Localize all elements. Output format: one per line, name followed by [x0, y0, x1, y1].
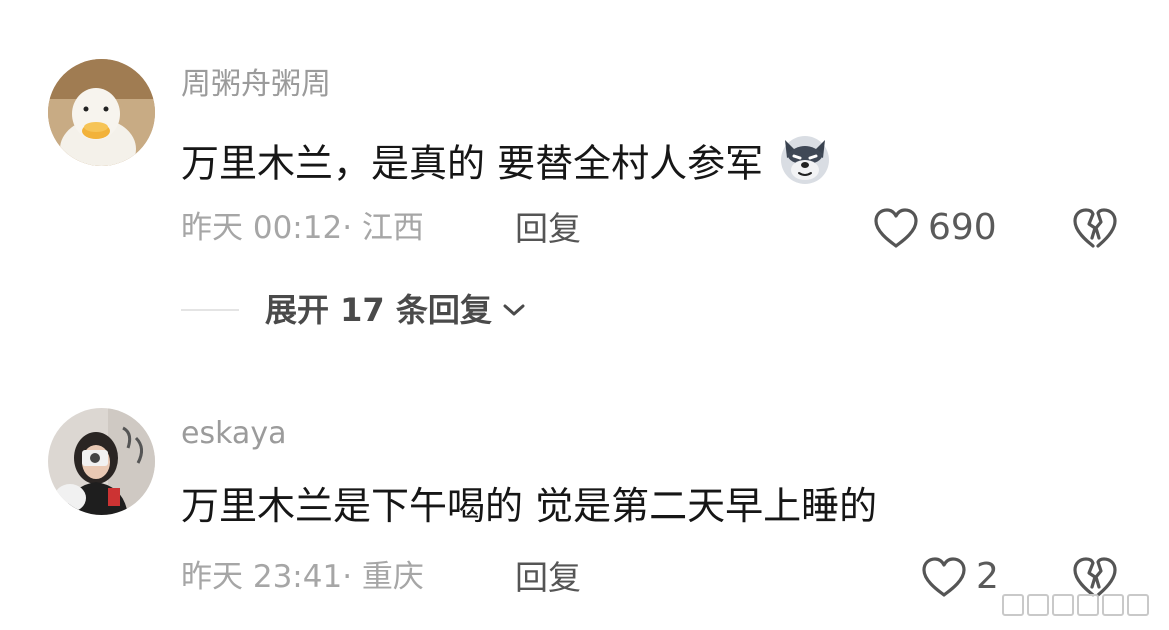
- user-avatar-image: [48, 408, 155, 515]
- like-button[interactable]: 690: [872, 206, 997, 250]
- like-count: 690: [928, 207, 997, 248]
- watermark-block: [1002, 594, 1024, 616]
- heart-outline-icon: [922, 557, 966, 597]
- watermark-block: [1102, 594, 1124, 616]
- expand-replies-label: 展开 17 条回复: [265, 291, 492, 329]
- reply-button[interactable]: 回复: [515, 212, 581, 245]
- username[interactable]: 周粥舟粥周: [181, 70, 331, 100]
- like-button[interactable]: 2: [920, 555, 999, 599]
- heart-outline-icon: [874, 208, 918, 248]
- comment-text: 万里木兰，是真的 要替全村人参军: [181, 136, 833, 192]
- comment-meta: 昨天 00:12· 江西: [181, 210, 424, 246]
- comment-text: 万里木兰是下午喝的 觉是第二天早上睡的: [181, 484, 878, 528]
- duck-avatar-image: [48, 59, 155, 166]
- divider: [181, 309, 239, 311]
- expand-replies-button[interactable]: 展开 17 条回复: [181, 290, 526, 330]
- comment-text-content: 万里木兰，是真的 要替全村人参军: [181, 141, 764, 186]
- watermark: [1002, 594, 1149, 616]
- comment-meta: 昨天 23:41· 重庆: [181, 559, 424, 595]
- watermark-block: [1127, 594, 1149, 616]
- chevron-down-icon: [503, 304, 525, 316]
- reply-button[interactable]: 回复: [515, 561, 581, 594]
- username[interactable]: eskaya: [181, 419, 286, 449]
- broken-heart-icon: [1073, 557, 1117, 597]
- broken-heart-icon: [1073, 208, 1117, 248]
- watermark-block: [1052, 594, 1074, 616]
- watermark-block: [1027, 594, 1049, 616]
- dislike-button[interactable]: [1071, 206, 1119, 254]
- like-count: 2: [976, 556, 999, 597]
- avatar[interactable]: [48, 408, 155, 515]
- avatar[interactable]: [48, 59, 155, 166]
- wolf-face-emoji-icon: [777, 130, 833, 192]
- watermark-block: [1077, 594, 1099, 616]
